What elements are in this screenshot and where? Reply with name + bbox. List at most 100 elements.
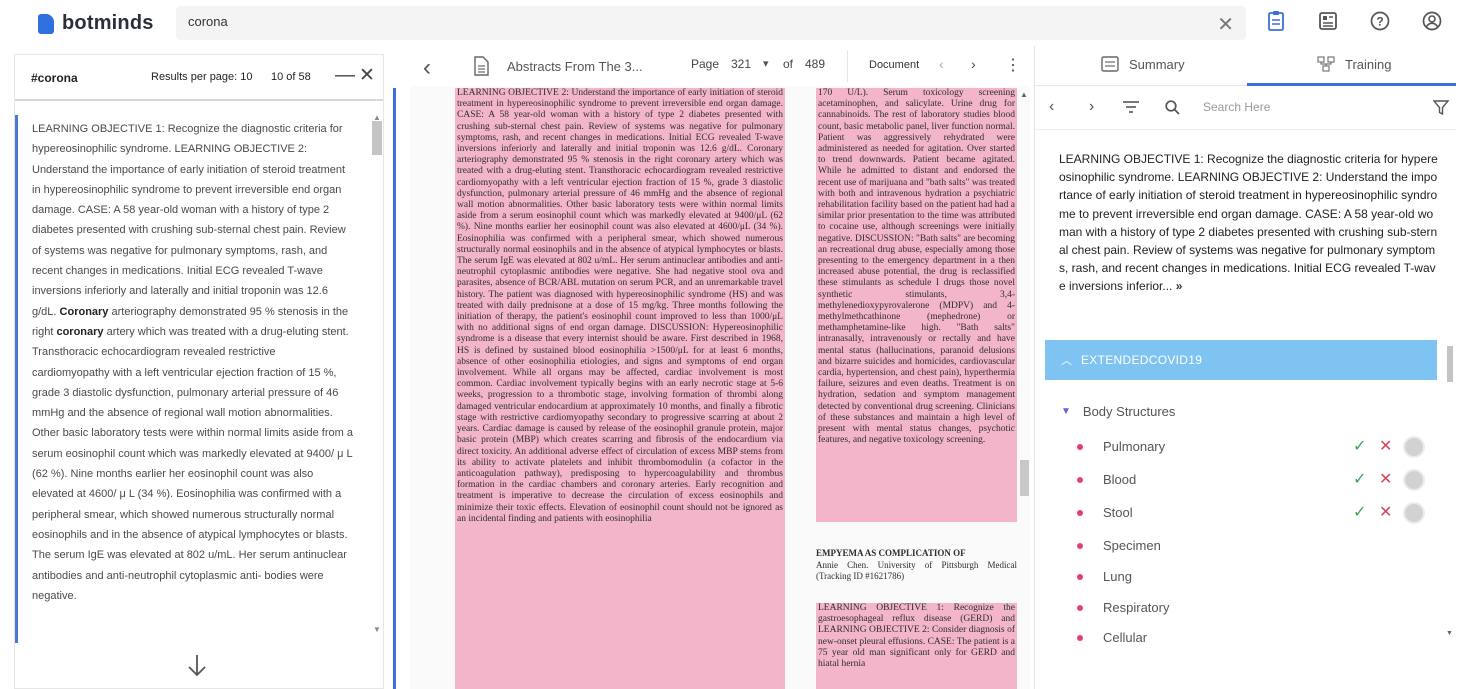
scroll-down-icon[interactable]: ▼ [373, 625, 381, 634]
entity-item-specimen[interactable]: Specimen [1077, 535, 1437, 559]
result-text: LEARNING OBJECTIVE 1: Recognize the diag… [32, 123, 353, 602]
select-radio[interactable] [1403, 502, 1425, 524]
entity-item-cellular[interactable]: Cellular [1077, 627, 1437, 651]
user-account-icon[interactable] [1421, 10, 1443, 32]
entity-item-pulmonary[interactable]: Pulmonary ✓ ✕ [1077, 436, 1437, 460]
viewer-toolbar: ‹ Abstracts From The 3... Page 321 ▾ of … [393, 46, 1033, 86]
viewer-scrollbar[interactable]: ▲ [1018, 88, 1031, 689]
entity-item-respiratory[interactable]: Respiratory [1077, 597, 1437, 621]
results-per-page-selector[interactable]: Results per page: 10 [151, 71, 253, 83]
entity-item-blood[interactable]: Blood ✓ ✕ [1077, 469, 1437, 493]
of-label: of [783, 57, 794, 71]
training-icon [1317, 56, 1335, 72]
total-pages: 489 [805, 57, 826, 71]
page-column-right-bottom[interactable]: LEARNING OBJECTIVE 1: Recognize the gast… [816, 603, 1017, 689]
global-search: ✕ [176, 6, 1246, 40]
chevron-up-icon[interactable]: ︿ [1061, 352, 1072, 368]
entity-item-stool[interactable]: Stool ✓ ✕ [1077, 502, 1437, 526]
results-header: #corona Results per page: 10 10 of 58 — … [15, 55, 383, 101]
reject-x-icon[interactable]: ✕ [1379, 469, 1392, 489]
next-result-arrow-icon[interactable] [185, 653, 209, 684]
clipboard-icon[interactable] [1265, 10, 1287, 32]
bullet-dot-icon [1077, 635, 1083, 641]
accept-check-icon[interactable]: ✓ [1353, 502, 1366, 522]
back-arrow-icon[interactable]: ‹ [423, 54, 431, 82]
entity-label: Cellular [1103, 630, 1148, 645]
active-edge-marker [393, 88, 396, 689]
page-column-right-top[interactable]: 170 U/L). Serum toxicology screening ace… [816, 88, 1017, 522]
grid-doc-icon[interactable] [1317, 10, 1339, 32]
tab-summary-label: Summary [1129, 56, 1185, 72]
article-title: EMPYEMA AS COMPLICATION OF [816, 548, 966, 558]
help-icon[interactable]: ? [1369, 10, 1391, 32]
filter-icon[interactable] [1432, 100, 1450, 121]
scroll-down-icon[interactable]: ▼ [1446, 630, 1453, 637]
svg-text:?: ? [1376, 15, 1383, 29]
scroll-up-icon[interactable]: ▲ [1020, 90, 1028, 99]
category-header[interactable]: ︿ EXTENDEDCOVID19 [1045, 340, 1437, 380]
logo-text: botminds [62, 12, 154, 34]
previous-document-icon[interactable]: ‹ [939, 56, 944, 72]
reject-x-icon[interactable]: ✕ [1379, 502, 1392, 522]
entity-item-lung[interactable]: Lung [1077, 566, 1437, 590]
page-article-heading: EMPYEMA AS COMPLICATION OF Annie Chen. U… [816, 548, 1017, 590]
summary-search-input[interactable]: Search Here [1203, 100, 1270, 114]
scrollbar-thumb[interactable] [1447, 346, 1453, 382]
scrollbar-thumb[interactable] [372, 121, 382, 155]
bullet-dot-icon [1077, 477, 1083, 483]
entities-scrollbar[interactable]: ▼ [1445, 340, 1456, 640]
entity-label: Lung [1103, 569, 1132, 584]
logo-mark-icon [38, 13, 54, 34]
select-radio[interactable] [1403, 469, 1425, 491]
sort-lines-icon[interactable] [1123, 100, 1139, 118]
entity-group-label: Body Structures [1082, 404, 1176, 419]
result-snippet[interactable]: LEARNING OBJECTIVE 1: Recognize the diag… [15, 115, 371, 643]
search-results-panel: #corona Results per page: 10 10 of 58 — … [14, 54, 384, 689]
next-document-icon[interactable]: › [971, 56, 976, 72]
close-icon[interactable]: ✕ [359, 64, 375, 87]
app-logo[interactable]: botminds [38, 12, 154, 35]
prev-icon[interactable]: ‹ [1049, 98, 1054, 116]
right-panel: Summary Training ‹ › Search Here LEARNIN… [1034, 46, 1456, 689]
select-radio[interactable] [1403, 436, 1425, 458]
summary-icon [1101, 56, 1119, 72]
accept-check-icon[interactable]: ✓ [1353, 469, 1366, 489]
top-icon-group: ? [1265, 10, 1443, 32]
page-number-select[interactable]: 321 [731, 57, 751, 71]
read-more-link[interactable]: » [1176, 279, 1183, 293]
results-count: 10 of 58 [271, 71, 311, 83]
entity-group-body-structures[interactable]: ▼ Body Structures [1061, 404, 1175, 419]
search-icon[interactable] [1165, 100, 1180, 120]
clear-search-icon[interactable]: ✕ [1217, 12, 1234, 37]
divider [847, 50, 848, 82]
reject-x-icon[interactable]: ✕ [1379, 436, 1392, 456]
bullet-dot-icon [1077, 574, 1083, 580]
entity-label: Stool [1103, 505, 1133, 520]
entity-label: Specimen [1103, 538, 1161, 553]
kebab-menu-icon[interactable]: ⋮ [1005, 55, 1021, 75]
summary-toolbar: ‹ › Search Here [1035, 86, 1456, 130]
entity-label: Pulmonary [1103, 439, 1166, 454]
bullet-dot-icon [1077, 510, 1083, 516]
tab-training-label: Training [1345, 56, 1392, 72]
search-input[interactable] [188, 14, 1188, 29]
document-icon [473, 56, 489, 81]
category-label: EXTENDEDCOVID19 [1081, 353, 1203, 367]
tab-training[interactable]: Training [1317, 56, 1391, 72]
keyword-highlight: coronary [56, 325, 104, 338]
tab-summary[interactable]: Summary [1101, 56, 1185, 72]
article-byline: Annie Chen. University of Pittsburgh Med… [816, 559, 1017, 582]
caret-down-icon[interactable]: ▼ [1061, 406, 1071, 417]
document-label: Document [869, 59, 920, 71]
minimize-icon[interactable]: — [335, 64, 355, 87]
entity-label: Blood [1103, 472, 1137, 487]
keyword-highlight: Coronary [59, 305, 109, 318]
results-scrollbar[interactable]: ▲ ▼ [371, 113, 383, 643]
page-column-left[interactable]: LEARNING OBJECTIVE 2: Understand the imp… [455, 88, 785, 689]
next-icon[interactable]: › [1089, 98, 1094, 116]
accept-check-icon[interactable]: ✓ [1353, 436, 1366, 456]
chevron-down-icon[interactable]: ▾ [763, 57, 769, 70]
document-title: Abstracts From The 3... [507, 59, 643, 74]
search-tag: #corona [31, 71, 78, 85]
scrollbar-thumb[interactable] [1020, 460, 1029, 496]
